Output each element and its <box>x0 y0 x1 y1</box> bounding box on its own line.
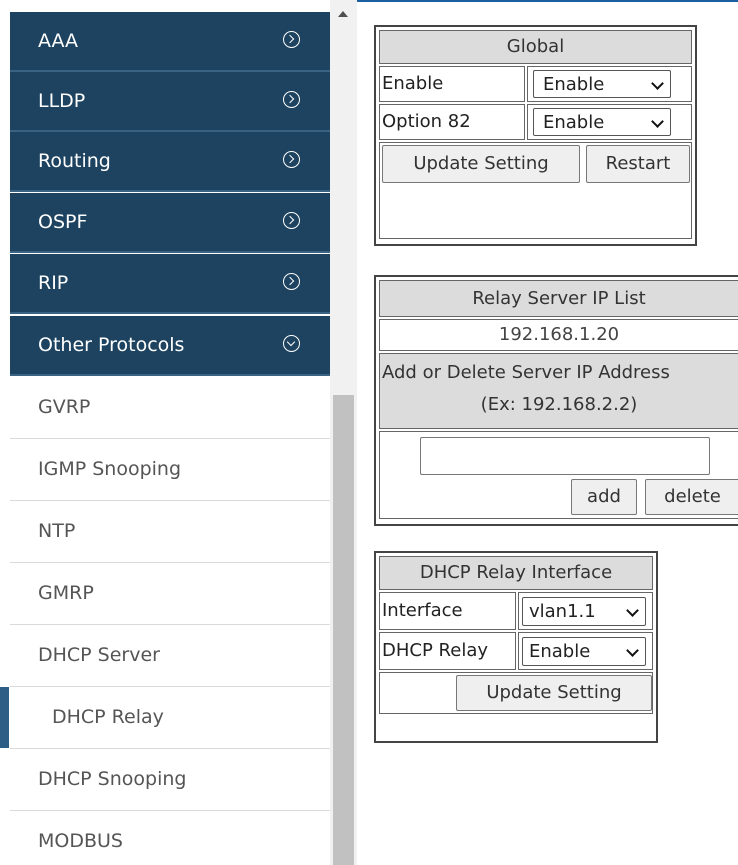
add-delete-title: Add or Delete Server IP Address <box>382 362 670 383</box>
nav-group-rip[interactable]: RIP <box>10 254 330 314</box>
server-ip-value: 192.168.1.20 <box>498 324 620 345</box>
dhcp-relay-label: DHCP Relay <box>382 640 488 661</box>
nav-group-routing[interactable]: Routing <box>10 132 330 192</box>
interface-label-cell: Interface <box>379 592 516 630</box>
active-indicator <box>0 687 9 748</box>
ip-entry-cell: add delete <box>379 431 738 519</box>
sidebar-item-gmrp[interactable]: GMRP <box>10 563 330 625</box>
delete-button[interactable]: delete <box>645 479 738 515</box>
add-button[interactable]: add <box>571 479 637 515</box>
option82-select-value: Enable <box>543 112 605 133</box>
nav-group-label: RIP <box>38 272 69 294</box>
option82-label: Option 82 <box>382 111 471 132</box>
sidebar-item-label: DHCP Snooping <box>38 768 187 790</box>
restart-button[interactable]: Restart <box>586 145 690 183</box>
server-ip-cell: 192.168.1.20 <box>379 319 738 351</box>
nav-group-other-protocols[interactable]: Other Protocols <box>10 316 330 376</box>
relay-interface-header: DHCP Relay Interface <box>379 556 653 590</box>
global-header: Global <box>379 30 692 64</box>
chevron-right-icon <box>283 151 300 168</box>
chevron-down-icon <box>626 604 639 617</box>
nav-group-lldp[interactable]: LLDP <box>10 72 330 132</box>
chevron-down-icon <box>651 115 664 128</box>
sidebar-item-label: MODBUS <box>38 830 123 852</box>
option82-label-cell: Option 82 <box>379 104 525 140</box>
chevron-right-icon <box>283 91 300 108</box>
option82-select[interactable]: Enable <box>533 108 671 136</box>
top-accent-line <box>357 0 738 2</box>
sidebar-item-igmp-snooping[interactable]: IGMP Snooping <box>10 439 330 501</box>
chevron-down-icon <box>651 77 664 90</box>
option82-value-cell: Enable <box>527 104 692 140</box>
chevron-down-icon <box>626 644 639 657</box>
interface-select-value: vlan1.1 <box>529 601 596 622</box>
chevron-right-icon <box>283 212 300 229</box>
relay-interface-panel: DHCP Relay Interface Interface vlan1.1 D… <box>374 551 658 743</box>
enable-select[interactable]: Enable <box>533 70 671 98</box>
dhcp-relay-select-value: Enable <box>529 641 591 662</box>
sidebar-item-dhcp-snooping[interactable]: DHCP Snooping <box>10 749 330 811</box>
interface-select[interactable]: vlan1.1 <box>522 597 646 626</box>
sidebar-item-label: IGMP Snooping <box>38 458 182 480</box>
nav-group-label: LLDP <box>38 90 86 112</box>
server-ip-input[interactable] <box>420 437 710 475</box>
sidebar: AAA LLDP Routing OSPF RIP Other Protocol… <box>0 0 330 865</box>
chevron-right-icon <box>283 31 300 48</box>
nav-group-aaa[interactable]: AAA <box>10 12 330 72</box>
relay-server-header: Relay Server IP List <box>379 280 738 317</box>
interface-actions-cell: Update Setting <box>379 672 653 714</box>
enable-select-value: Enable <box>543 74 605 95</box>
chevron-right-icon <box>283 273 300 290</box>
example-text: (Ex: 192.168.2.2) <box>480 394 638 415</box>
sidebar-item-dhcp-relay[interactable]: DHCP Relay <box>10 687 330 749</box>
sidebar-item-label: DHCP Server <box>38 644 160 666</box>
sidebar-item-ntp[interactable]: NTP <box>10 501 330 563</box>
interface-label: Interface <box>382 600 463 621</box>
enable-label: Enable <box>382 73 444 94</box>
enable-value-cell: Enable <box>527 66 692 102</box>
sidebar-item-dhcp-server[interactable]: DHCP Server <box>10 625 330 687</box>
scroll-up-arrow-icon[interactable] <box>338 11 348 17</box>
global-actions-cell: Update Setting Restart <box>379 142 692 239</box>
sidebar-item-modbus[interactable]: MODBUS <box>10 811 330 865</box>
relay-value-cell: Enable <box>518 632 653 670</box>
nav-group-label: AAA <box>38 30 79 52</box>
relay-server-title: Relay Server IP List <box>472 288 646 309</box>
scrollbar[interactable] <box>330 0 357 865</box>
dhcp-relay-select[interactable]: Enable <box>522 637 646 666</box>
nav-group-label: OSPF <box>38 211 88 233</box>
update-setting-button[interactable]: Update Setting <box>382 145 580 183</box>
update-interface-button[interactable]: Update Setting <box>456 675 652 711</box>
scrollbar-thumb[interactable] <box>333 395 354 865</box>
relay-server-panel: Relay Server IP List 192.168.1.20 Add or… <box>374 275 738 526</box>
sidebar-item-gvrp[interactable]: GVRP <box>10 377 330 439</box>
global-panel: Global Enable Enable Option 82 Enable Up… <box>374 25 697 246</box>
relay-label-cell: DHCP Relay <box>379 632 516 670</box>
nav-group-label: Other Protocols <box>38 334 185 356</box>
sidebar-item-label: NTP <box>38 520 76 542</box>
sidebar-item-label: GVRP <box>38 396 91 418</box>
nav-group-label: Routing <box>38 150 111 172</box>
chevron-down-icon <box>283 335 300 352</box>
sidebar-item-label: DHCP Relay <box>52 706 164 728</box>
sidebar-item-label: GMRP <box>38 582 94 604</box>
nav-group-ospf[interactable]: OSPF <box>10 193 330 253</box>
interface-value-cell: vlan1.1 <box>518 592 653 630</box>
enable-label-cell: Enable <box>379 66 525 102</box>
add-delete-header: Add or Delete Server IP Address (Ex: 192… <box>379 353 738 429</box>
